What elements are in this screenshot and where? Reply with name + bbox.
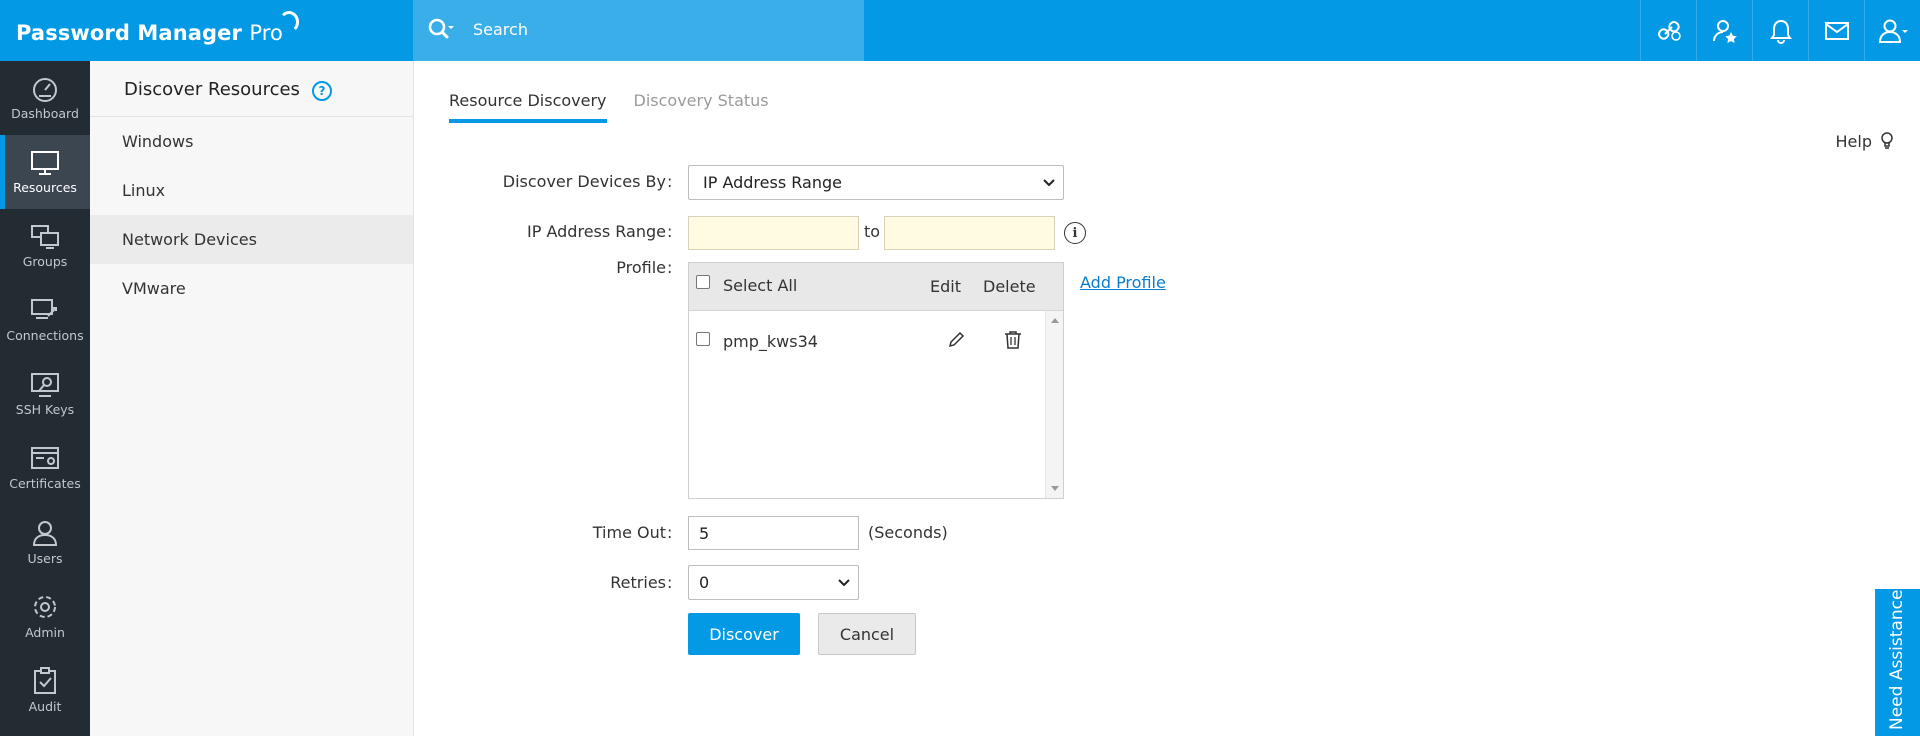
tab-bar: Resource Discovery Discovery Status bbox=[449, 91, 796, 123]
need-assistance-tab[interactable]: Need Assistance? bbox=[1875, 581, 1920, 736]
left-nav: Dashboard Resources Groups Connections S… bbox=[0, 61, 90, 736]
trash-delete-icon[interactable] bbox=[1004, 330, 1022, 350]
timeout-unit: (Seconds) bbox=[868, 523, 948, 542]
retries-select[interactable]: 0 bbox=[688, 565, 859, 600]
sub-item-linux[interactable]: Linux bbox=[90, 166, 413, 215]
top-icons bbox=[1640, 0, 1920, 61]
retries-value: 0 bbox=[699, 573, 710, 592]
mail-icon[interactable] bbox=[1808, 0, 1864, 61]
nav-label: Admin bbox=[25, 624, 65, 640]
sub-panel-title: Discover Resources bbox=[124, 79, 300, 100]
discover-by-label: Discover Devices By bbox=[502, 172, 666, 191]
select-all-checkbox[interactable] bbox=[696, 275, 710, 289]
delete-column-header: Delete bbox=[983, 277, 1036, 296]
nav-label: Audit bbox=[28, 698, 62, 714]
colon: : bbox=[667, 523, 673, 542]
main-content: Resource Discovery Discovery Status Help… bbox=[414, 61, 1920, 736]
help-link[interactable]: Help bbox=[1836, 131, 1896, 151]
colon: : bbox=[667, 172, 673, 191]
profile-table-header: Select All Edit Delete bbox=[689, 263, 1063, 311]
ip-range-to-label: to bbox=[864, 222, 881, 241]
tab-resource-discovery[interactable]: Resource Discovery bbox=[449, 91, 607, 123]
profile-label: Profile bbox=[616, 258, 666, 277]
profile-row-checkbox[interactable] bbox=[696, 332, 710, 346]
nav-item-dashboard[interactable]: Dashboard bbox=[0, 61, 90, 135]
nav-item-groups[interactable]: Groups bbox=[0, 209, 90, 283]
profile-row: pmp_kws34 bbox=[689, 323, 1063, 363]
monitor-group-icon bbox=[31, 224, 59, 249]
nav-label: Certificates bbox=[9, 475, 81, 491]
gauge-icon bbox=[33, 77, 57, 102]
profile-name: pmp_kws34 bbox=[723, 332, 818, 351]
nav-label: SSH Keys bbox=[15, 401, 75, 417]
help-label: Help bbox=[1835, 131, 1872, 151]
profile-table: Select All Edit Delete pmp_kws34 bbox=[688, 262, 1064, 499]
colon: : bbox=[667, 222, 673, 241]
sub-item-network-devices[interactable]: Network Devices bbox=[90, 215, 413, 264]
user-account-icon[interactable] bbox=[1864, 0, 1920, 61]
sub-item-vmware[interactable]: VMware bbox=[90, 264, 413, 313]
nav-item-admin[interactable]: Admin bbox=[0, 579, 90, 653]
colon: : bbox=[667, 258, 673, 277]
app-logo[interactable]: Password Manager Pro bbox=[0, 0, 413, 61]
select-all-label: Select All bbox=[723, 276, 798, 295]
user-icon bbox=[32, 520, 58, 546]
user-star-icon[interactable] bbox=[1696, 0, 1752, 61]
chevron-down-icon bbox=[838, 578, 850, 586]
search-icon[interactable] bbox=[426, 16, 456, 44]
tab-discovery-status[interactable]: Discovery Status bbox=[634, 91, 769, 123]
search-bar[interactable]: Search bbox=[413, 0, 864, 61]
nav-item-ssh-keys[interactable]: SSH Keys bbox=[0, 357, 90, 431]
ip-range-label: IP Address Range bbox=[527, 222, 666, 241]
nav-label: Connections bbox=[6, 327, 84, 343]
scroll-down-icon[interactable] bbox=[1051, 486, 1059, 492]
ssh-key-icon bbox=[31, 372, 59, 397]
colon: : bbox=[667, 573, 673, 592]
nav-item-users[interactable]: Users bbox=[0, 505, 90, 579]
app-title: Password Manager bbox=[16, 21, 242, 45]
connection-icon bbox=[31, 298, 57, 319]
edit-column-header: Edit bbox=[930, 277, 961, 296]
timeout-input[interactable]: 5 bbox=[688, 516, 859, 550]
gear-icon bbox=[34, 595, 56, 618]
nav-label: Resources bbox=[13, 179, 77, 195]
sub-panel-header: Discover Resources ? bbox=[90, 61, 413, 117]
lightbulb-icon bbox=[1881, 132, 1893, 149]
discover-sub-panel: Discover Resources ? Windows Linux Netwo… bbox=[90, 61, 414, 736]
app-title-suffix: Pro bbox=[249, 11, 299, 45]
monitor-icon bbox=[31, 150, 59, 175]
discover-by-select[interactable]: IP Address Range bbox=[688, 165, 1064, 200]
search-input[interactable]: Search bbox=[473, 20, 528, 39]
cancel-button[interactable]: Cancel bbox=[818, 613, 916, 655]
link-icon[interactable] bbox=[1640, 0, 1696, 61]
sub-item-windows[interactable]: Windows bbox=[90, 117, 413, 166]
chevron-down-icon bbox=[1043, 178, 1055, 186]
top-bar: Password Manager Pro Search bbox=[0, 0, 1920, 61]
discover-by-value: IP Address Range bbox=[703, 173, 842, 192]
ip-range-to-input[interactable] bbox=[884, 216, 1055, 250]
bell-icon[interactable] bbox=[1752, 0, 1808, 61]
nav-label: Dashboard bbox=[11, 105, 79, 121]
timeout-label: Time Out bbox=[592, 523, 666, 542]
nav-item-connections[interactable]: Connections bbox=[0, 283, 90, 357]
profile-scrollbar[interactable] bbox=[1045, 311, 1063, 498]
nav-label: Users bbox=[27, 550, 63, 566]
clipboard-check-icon bbox=[34, 666, 56, 694]
discover-button[interactable]: Discover bbox=[688, 613, 800, 655]
need-assistance-label: Need Assistance? bbox=[1887, 580, 1907, 730]
scroll-up-icon[interactable] bbox=[1051, 317, 1059, 323]
info-icon[interactable]: i bbox=[1064, 222, 1086, 244]
add-profile-link[interactable]: Add Profile bbox=[1080, 273, 1166, 292]
pencil-edit-icon[interactable] bbox=[947, 331, 965, 349]
nav-item-resources[interactable]: Resources bbox=[0, 135, 90, 209]
certificate-icon bbox=[31, 446, 59, 469]
retries-label: Retries bbox=[610, 573, 666, 592]
nav-label: Groups bbox=[22, 253, 68, 269]
nav-item-certificates[interactable]: Certificates bbox=[0, 431, 90, 505]
help-question-icon[interactable]: ? bbox=[311, 81, 332, 101]
ip-range-from-input[interactable] bbox=[688, 216, 859, 250]
nav-item-audit[interactable]: Audit bbox=[0, 653, 90, 727]
